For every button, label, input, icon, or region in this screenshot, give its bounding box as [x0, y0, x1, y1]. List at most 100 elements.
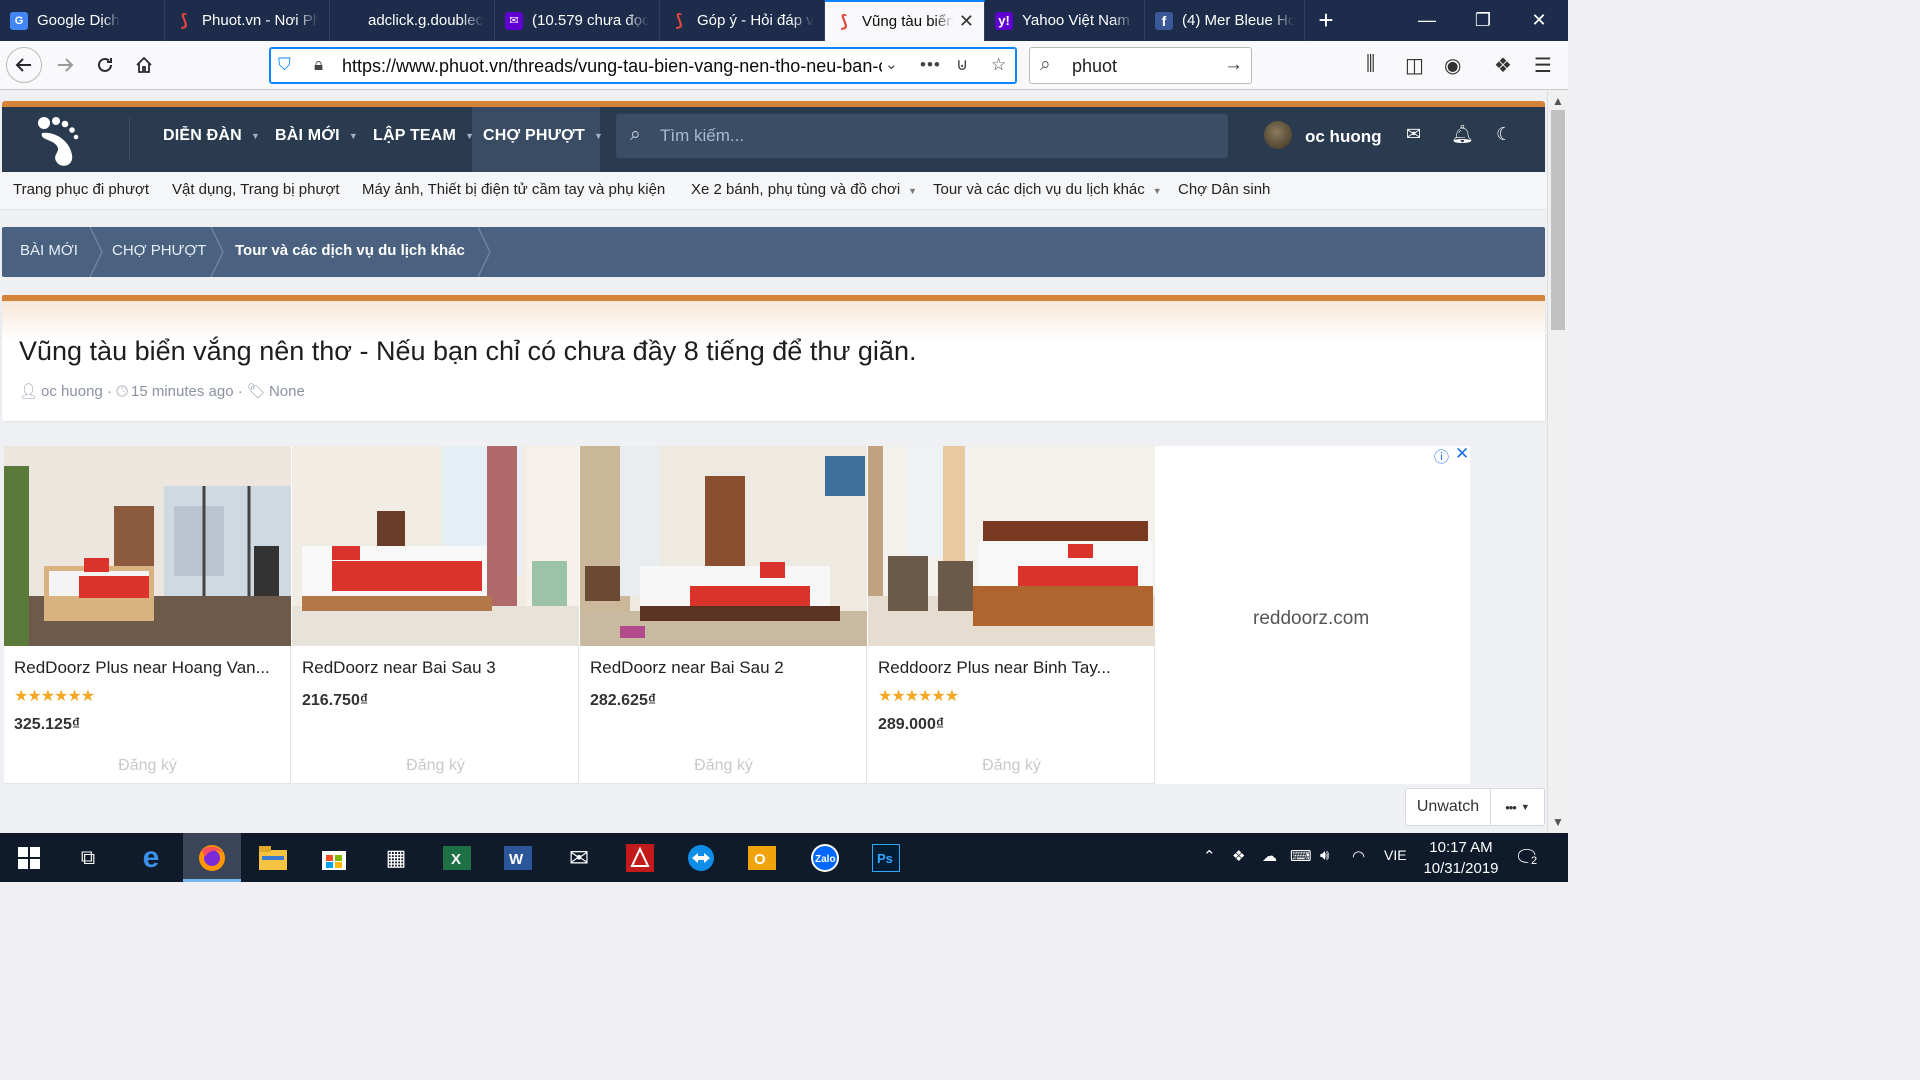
- browser-tab[interactable]: ✉ (10.579 chưa đọc: [495, 0, 660, 41]
- site-search-input[interactable]: ⌕ Tìm kiếm...: [616, 114, 1228, 158]
- keyboard-icon[interactable]: ⌨: [1290, 847, 1312, 865]
- ad-domain[interactable]: reddoorz.com: [1253, 608, 1369, 630]
- subnav-item[interactable]: Trang phục đi phượt: [13, 181, 149, 198]
- bookmark-star-icon[interactable]: ☆: [991, 55, 1006, 75]
- ad-info-icon[interactable]: ⓘ: [1434, 446, 1449, 467]
- subnav-item-dropdown[interactable]: Xe 2 bánh, phụ tùng và đồ chơi ▼: [691, 181, 917, 198]
- library-icon[interactable]: ⫼: [1366, 53, 1375, 76]
- subnav-item-dropdown[interactable]: Tour và các dịch vụ du lịch khác ▼: [933, 181, 1162, 198]
- ad-card[interactable]: RedDoorz near Bai Sau 2 282.625₫ Đăng ký: [580, 446, 867, 784]
- pocket-icon[interactable]: ⊍: [956, 55, 968, 75]
- system-clock[interactable]: 10:17 AM 10/31/2019: [1418, 837, 1504, 879]
- close-window-button[interactable]: ✕: [1512, 0, 1566, 41]
- teamviewer-icon[interactable]: [683, 840, 719, 876]
- home-button[interactable]: [127, 49, 161, 81]
- browser-tab[interactable]: adclick.g.doubleclick: [330, 0, 495, 41]
- zalo-icon[interactable]: Zalo: [807, 840, 843, 876]
- ad-card[interactable]: RedDoorz Plus near Hoang Van... ★★★★★★ 3…: [4, 446, 291, 784]
- thread-author[interactable]: oc huong: [41, 383, 103, 400]
- edge-browser-icon[interactable]: e: [133, 840, 169, 876]
- ad-hotel-name[interactable]: RedDoorz near Bai Sau 2: [590, 658, 860, 678]
- nav-bai-moi[interactable]: BÀI MỚI ▼: [275, 127, 358, 145]
- menu-icon[interactable]: ☰: [1534, 53, 1552, 78]
- hotel-room-photo[interactable]: [4, 446, 291, 646]
- search-value[interactable]: phuot: [1072, 56, 1117, 77]
- task-view-icon[interactable]: ⧉: [70, 840, 106, 876]
- wifi-icon[interactable]: ◠: [1352, 847, 1365, 865]
- thread-time[interactable]: 15 minutes ago: [131, 383, 234, 400]
- ad-hotel-name[interactable]: RedDoorz Plus near Hoang Van...: [14, 658, 284, 678]
- minimize-button[interactable]: —: [1400, 0, 1454, 41]
- more-options-button[interactable]: ••• ▼: [1490, 788, 1545, 826]
- browser-tab[interactable]: f (4) Mer Bleue Ho: [1145, 0, 1305, 41]
- scrollbar-thumb[interactable]: [1551, 110, 1565, 330]
- ad-close-icon[interactable]: ✕: [1455, 444, 1469, 464]
- chevron-down-icon[interactable]: ⌄: [885, 55, 898, 73]
- url-text[interactable]: https://www.phuot.vn/threads/vung-tau-bi…: [342, 56, 882, 77]
- page-scrollbar[interactable]: ▲ ▼: [1547, 91, 1568, 833]
- breadcrumb-item[interactable]: BÀI MỚI: [20, 242, 78, 259]
- close-tab-icon[interactable]: ✕: [959, 11, 974, 32]
- sidebar-icon[interactable]: ◫: [1405, 53, 1424, 78]
- browser-tab-active[interactable]: ⟆ Vũng tàu biển ✕: [825, 0, 985, 41]
- hotel-room-photo[interactable]: [580, 446, 867, 646]
- page-actions-icon[interactable]: •••: [920, 55, 941, 75]
- app-icon[interactable]: ▦: [378, 840, 414, 876]
- ad-card[interactable]: RedDoorz near Bai Sau 3 216.750₫ Đăng ký: [292, 446, 579, 784]
- scroll-down-icon[interactable]: ▼: [1552, 815, 1564, 829]
- ad-signup-button[interactable]: Đăng ký: [868, 757, 1155, 775]
- extensions-icon[interactable]: ❖: [1494, 53, 1512, 78]
- ad-signup-button[interactable]: Đăng ký: [292, 757, 579, 775]
- browser-tab[interactable]: ⟆ Góp ý - Hỏi đáp v: [660, 0, 825, 41]
- ad-hotel-name[interactable]: RedDoorz near Bai Sau 3: [302, 658, 572, 678]
- avatar[interactable]: [1264, 121, 1292, 149]
- outlook-icon[interactable]: O: [744, 840, 780, 876]
- firefox-icon[interactable]: [194, 840, 230, 876]
- site-logo[interactable]: [30, 111, 90, 171]
- chevron-up-icon[interactable]: ⌃: [1203, 847, 1216, 865]
- dropbox-icon[interactable]: ❖: [1232, 847, 1245, 865]
- photoshop-icon[interactable]: Ps: [868, 840, 904, 876]
- browser-tab[interactable]: ⟆ Phuot.vn - Nơi Ph: [165, 0, 330, 41]
- restore-button[interactable]: ❐: [1456, 0, 1510, 41]
- ad-card[interactable]: Reddoorz Plus near Binh Tay... ★★★★★★ 28…: [868, 446, 1155, 784]
- nav-dien-dan[interactable]: DIỄN ĐÀN ▼: [163, 127, 260, 145]
- acrobat-icon[interactable]: [622, 840, 658, 876]
- reload-button[interactable]: [88, 49, 122, 81]
- windows-start-icon[interactable]: [11, 840, 47, 876]
- cloud-icon[interactable]: ☁: [1262, 847, 1277, 865]
- breadcrumb-item[interactable]: CHỢ PHƯỢT: [112, 242, 206, 259]
- nav-cho-phuot[interactable]: CHỢ PHƯỢT ▼: [483, 127, 603, 145]
- mail-app-icon[interactable]: ✉: [561, 840, 597, 876]
- word-icon[interactable]: W: [500, 840, 536, 876]
- ad-signup-button[interactable]: Đăng ký: [4, 757, 291, 775]
- account-icon[interactable]: ◉: [1444, 53, 1461, 78]
- ad-signup-button[interactable]: Đăng ký: [580, 757, 867, 775]
- ad-hotel-name[interactable]: Reddoorz Plus near Binh Tay...: [878, 658, 1148, 678]
- subnav-item[interactable]: Chợ Dân sinh: [1178, 181, 1270, 198]
- browser-search-box[interactable]: ⌕ phuot →: [1029, 47, 1252, 84]
- excel-icon[interactable]: X: [439, 840, 475, 876]
- notification-center-button[interactable]: 🗨︎ 2: [1514, 845, 1541, 870]
- url-bar[interactable]: ⛉ 🔒︎ https://www.phuot.vn/threads/vung-t…: [269, 47, 1017, 84]
- username[interactable]: oc huong: [1305, 127, 1381, 147]
- new-tab-button[interactable]: +: [1305, 0, 1347, 41]
- input-language[interactable]: VIE: [1384, 847, 1407, 863]
- store-icon[interactable]: [316, 840, 352, 876]
- forward-button[interactable]: [48, 49, 82, 81]
- bell-icon[interactable]: 🔔︎: [1451, 124, 1474, 145]
- hotel-room-photo[interactable]: [292, 446, 579, 646]
- moon-icon[interactable]: ☾: [1496, 124, 1512, 145]
- nav-lap-team[interactable]: LẬP TEAM ▼: [373, 127, 474, 145]
- subnav-item[interactable]: Vật dụng, Trang bị phượt: [172, 181, 339, 198]
- inbox-icon[interactable]: ✉: [1406, 124, 1421, 145]
- back-button[interactable]: [6, 47, 42, 83]
- file-explorer-icon[interactable]: [255, 840, 291, 876]
- lock-icon[interactable]: 🔒︎: [314, 55, 323, 75]
- browser-tab[interactable]: G Google Dịch: [0, 0, 165, 41]
- volume-icon[interactable]: 🔊︎: [1320, 847, 1329, 864]
- unwatch-button[interactable]: Unwatch: [1405, 788, 1491, 826]
- hotel-room-photo[interactable]: [868, 446, 1155, 646]
- scroll-up-icon[interactable]: ▲: [1552, 94, 1564, 108]
- browser-tab[interactable]: y! Yahoo Việt Nam |: [985, 0, 1145, 41]
